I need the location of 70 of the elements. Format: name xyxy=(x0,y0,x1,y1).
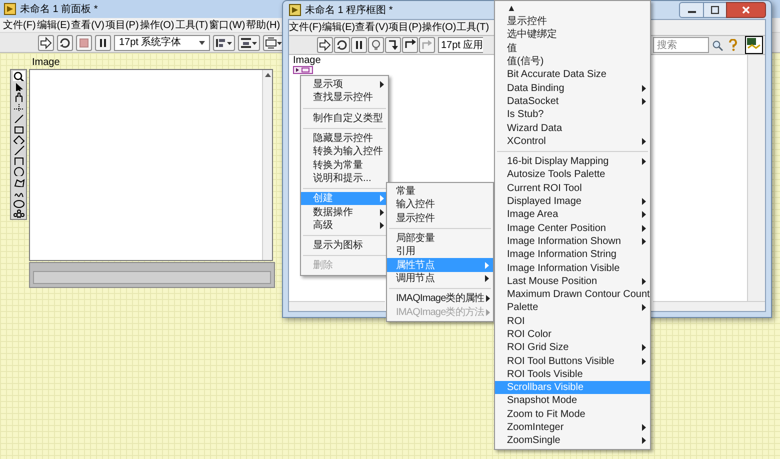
menu-item[interactable]: 局部变量 xyxy=(387,232,493,246)
menu-item[interactable]: 项目(P) xyxy=(388,20,422,35)
menu-item[interactable]: Displayed Image xyxy=(495,194,650,208)
menu-item[interactable]: 制作自定义类型 xyxy=(301,112,388,125)
menu-item[interactable]: DataSocket xyxy=(495,94,650,108)
menu-item[interactable]: Image Information Visible xyxy=(495,261,650,275)
menu-item[interactable]: 值 xyxy=(495,42,650,55)
menu-item[interactable]: ZoomInteger xyxy=(495,420,650,434)
menu-item[interactable]: IMAQImage类的属性 xyxy=(387,292,493,306)
terminal-label: Image xyxy=(293,55,321,66)
menu-item[interactable]: 文件(F) xyxy=(3,18,36,32)
menu-item[interactable]: ZoomSingle xyxy=(495,434,650,448)
menu-item[interactable]: Image Information String xyxy=(495,248,650,262)
scroll-up-arrow[interactable]: ▲ xyxy=(495,2,650,15)
menu-item[interactable]: ROI xyxy=(495,314,650,328)
menu-item[interactable]: Current ROI Tool xyxy=(495,182,650,195)
menu-item[interactable]: ROI Tool Buttons Visible xyxy=(495,354,650,368)
menu-item[interactable]: 显示项 xyxy=(301,78,388,92)
menu-item[interactable]: 工具(T) xyxy=(175,18,208,32)
menu-item[interactable]: 操作(O) xyxy=(422,20,456,35)
menu-item[interactable]: XControl xyxy=(495,134,650,148)
menu-item[interactable]: ROI Grid Size xyxy=(495,341,650,354)
menu-item[interactable]: 常量 xyxy=(387,185,493,198)
menu-item[interactable]: 数据操作 xyxy=(301,205,388,219)
menu-item[interactable]: 窗口(W) xyxy=(209,18,246,32)
menu-item[interactable]: 文件(F) xyxy=(289,20,322,35)
menu-item[interactable]: 16-bit Display Mapping xyxy=(495,154,650,168)
menu-item[interactable]: Image Center Position xyxy=(495,221,650,235)
menu-item[interactable]: 转换为输入控件 xyxy=(301,145,388,158)
menu-item[interactable]: 显示控件 xyxy=(387,212,493,225)
menu-item[interactable]: 值(信号) xyxy=(495,54,650,68)
menu-item[interactable]: 引用 xyxy=(387,245,493,258)
search-field[interactable]: 搜索 xyxy=(653,37,709,53)
menu-item[interactable]: Image Area xyxy=(495,208,650,222)
menu-item[interactable]: 查看(V) xyxy=(355,20,388,35)
menu-item[interactable]: 转换为常量 xyxy=(301,158,388,172)
menu-item[interactable]: 项目(P) xyxy=(105,18,139,32)
menu-item[interactable]: Maximum Drawn Contour Count xyxy=(495,288,650,302)
menu-item[interactable]: Autosize Tools Palette xyxy=(495,168,650,182)
menu-item[interactable]: 工具(T) xyxy=(456,20,490,35)
menu-item[interactable]: Last Mouse Position xyxy=(495,274,650,288)
menu-item[interactable]: Image Information Shown xyxy=(495,234,650,248)
menu-item[interactable]: 显示控件 xyxy=(495,15,650,28)
menu-item[interactable]: 输入控件 xyxy=(387,198,493,212)
menu-item[interactable]: 调用节点 xyxy=(387,272,493,286)
menu-item[interactable]: Zoom to Fit Mode xyxy=(495,408,650,421)
menu-item[interactable]: Snapshot Mode xyxy=(495,394,650,408)
window-title: 未命名 1 前面板 * xyxy=(20,2,98,16)
menu-item[interactable]: 说明和提示... xyxy=(301,172,388,186)
control-label: Image xyxy=(32,57,60,69)
font-dropdown[interactable]: 17pt 系统字体 xyxy=(114,34,210,50)
menu-item[interactable]: 高级 xyxy=(301,218,388,232)
menu-item[interactable]: Wizard Data xyxy=(495,121,650,135)
font-dropdown[interactable]: 17pt 应用 xyxy=(438,37,484,53)
menu-item[interactable]: 编辑(E) xyxy=(36,18,70,32)
menu-item[interactable]: Is Stub? xyxy=(495,108,650,122)
menu-item[interactable]: Bit Accurate Data Size xyxy=(495,68,650,82)
menu-item[interactable]: ROI Color xyxy=(495,328,650,342)
window-title: 未命名 1 程序框图 * xyxy=(305,4,393,18)
menu-item[interactable]: 隐藏显示控件 xyxy=(301,132,388,146)
menu-item[interactable]: 查看(V) xyxy=(71,18,104,32)
menu-item[interactable]: 查找显示控件 xyxy=(301,91,388,105)
menu-item[interactable]: 操作(O) xyxy=(140,18,174,32)
menu-item[interactable]: 帮助(H) xyxy=(246,18,280,32)
menu-item[interactable]: 编辑(E) xyxy=(322,20,356,35)
menu-item[interactable]: Data Binding xyxy=(495,81,650,95)
menu-item[interactable]: 选中键绑定 xyxy=(495,28,650,42)
menu-item[interactable]: ROI Tools Visible xyxy=(495,368,650,382)
menu-item[interactable]: Palette xyxy=(495,301,650,315)
menu-item[interactable]: 显示为图标 xyxy=(301,238,388,252)
